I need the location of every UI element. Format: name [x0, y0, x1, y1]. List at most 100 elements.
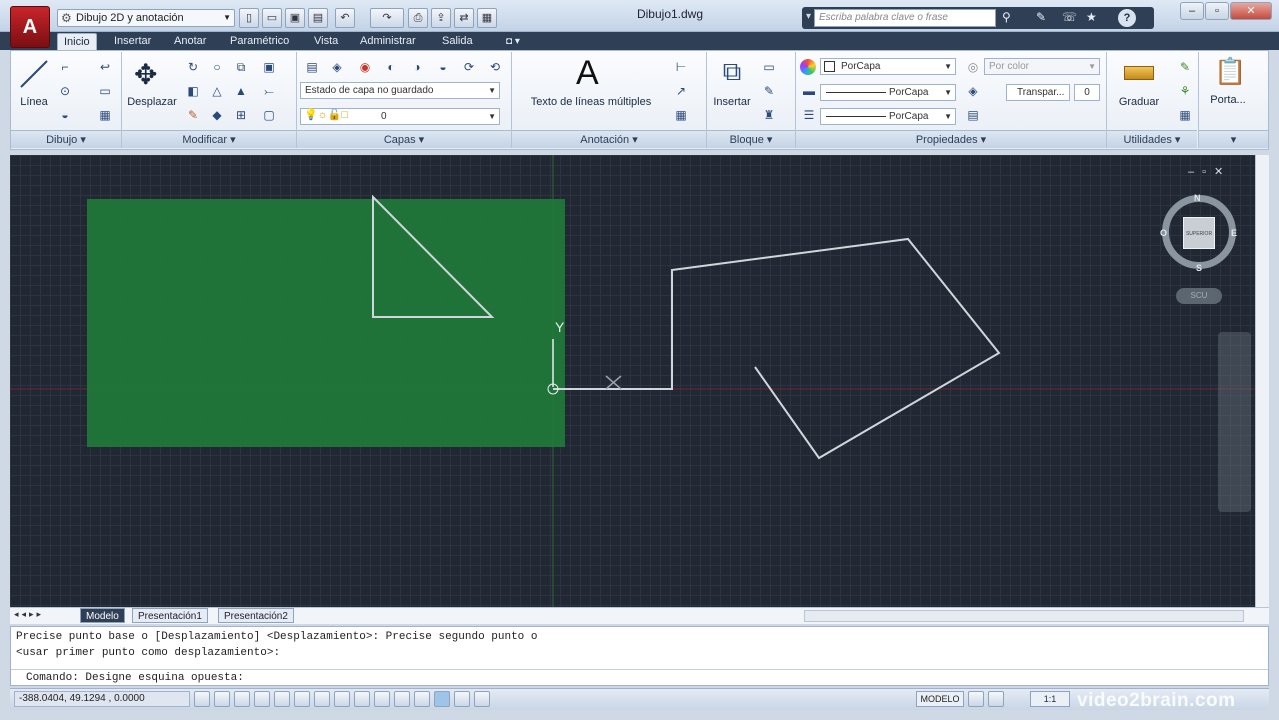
region-icon[interactable]: ▦ [96, 106, 114, 124]
lineweight-toggle-icon[interactable] [394, 691, 410, 707]
rotate-icon[interactable]: ↻ [184, 58, 202, 76]
match-properties-icon[interactable]: ◈ [964, 82, 982, 100]
hatch-icon[interactable]: ▭ [96, 82, 114, 100]
arc-icon[interactable]: ◒ [56, 106, 74, 124]
array-icon[interactable]: ⊞ [232, 106, 250, 124]
vertical-scrollbar[interactable] [1255, 155, 1269, 607]
erase-icon[interactable]: ✎ [184, 106, 202, 124]
layer-isolate-icon[interactable]: ◐ [382, 58, 400, 76]
grid-display-icon[interactable] [234, 691, 250, 707]
leader-icon[interactable]: ↗ [672, 82, 690, 100]
color-wheel-icon[interactable] [800, 59, 816, 75]
panel-capas-title[interactable]: Capas ▾ [297, 130, 511, 148]
wcs-menu[interactable]: SCU [1176, 288, 1222, 304]
dynamic-ucs-icon[interactable] [354, 691, 370, 707]
search-icon[interactable]: ⚲ [1002, 10, 1011, 24]
undo-icon[interactable]: ↶ [335, 8, 355, 28]
polyline-icon[interactable]: ⌐ [56, 58, 74, 76]
calculator-icon[interactable]: ▦ [1176, 106, 1194, 124]
horizontal-scrollbar[interactable] [804, 610, 1244, 622]
rectangle-icon[interactable]: ↩ [96, 58, 114, 76]
polyline-shape[interactable] [553, 237, 1001, 460]
tab-presentacion2[interactable]: Presentación2 [218, 608, 294, 623]
attribute-icon[interactable]: ♜ [760, 106, 778, 124]
save-as-icon[interactable]: ▤ [308, 8, 328, 28]
infer-constraints-icon[interactable] [194, 691, 210, 707]
tab-anotar[interactable]: Anotar [168, 33, 212, 50]
explode-icon[interactable]: ▣ [260, 58, 278, 76]
insert-button-label[interactable]: Insertar [708, 96, 756, 108]
measure-button-label[interactable]: Graduar [1112, 96, 1166, 108]
circle-icon[interactable]: ⊙ [56, 82, 74, 100]
command-prompt[interactable]: Comando: Designe esquina opuesta: [26, 672, 244, 684]
quick-select-icon[interactable]: ✎ [1176, 58, 1194, 76]
tab-administrar[interactable]: Administrar [354, 33, 422, 50]
transparency-value[interactable]: 0 [1074, 84, 1100, 101]
help-icon[interactable]: ? [1118, 9, 1136, 27]
selection-cycling-icon[interactable] [454, 691, 470, 707]
navigation-bar[interactable] [1218, 332, 1251, 512]
publish-icon[interactable]: ⇪ [431, 8, 451, 28]
fillet-icon[interactable]: △ [208, 82, 226, 100]
panel-portapapeles-title[interactable]: ▾ [1199, 130, 1268, 148]
layer-off-icon[interactable]: ◉ [356, 58, 374, 76]
move-icon[interactable]: ✥ [134, 58, 157, 91]
redo-icon[interactable]: ↷ [370, 8, 404, 28]
snap-mode-icon[interactable] [214, 691, 230, 707]
tab-parametrico[interactable]: Paramétrico [224, 33, 295, 50]
select-all-icon[interactable]: ⚘ [1176, 82, 1194, 100]
table-icon[interactable]: ▦ [672, 106, 690, 124]
tab-salida[interactable]: Salida [436, 33, 479, 50]
annotation-monitor-icon[interactable] [474, 691, 490, 707]
plot-icon[interactable]: ⎙ [408, 8, 428, 28]
tab-insertar[interactable]: Insertar [108, 33, 157, 50]
layer-lock-icon[interactable]: ◒ [434, 58, 452, 76]
move-button-label[interactable]: Desplazar [124, 96, 180, 108]
mtext-icon[interactable]: A [576, 54, 599, 93]
polar-tracking-icon[interactable] [274, 691, 290, 707]
tab-nav-arrows[interactable]: ◂◂▸▸ [14, 609, 44, 620]
mirror-icon[interactable]: ◧ [184, 82, 202, 100]
tab-vista[interactable]: Vista [308, 33, 344, 50]
quick-properties-icon[interactable] [434, 691, 450, 707]
tab-modelo[interactable]: Modelo [80, 608, 125, 623]
wrench-icon[interactable]: ✎ [1036, 10, 1046, 24]
communication-icon[interactable]: ☏ [1062, 10, 1077, 24]
object-snap-icon[interactable] [294, 691, 310, 707]
line-icon[interactable] [18, 58, 50, 90]
scale-icon[interactable]: ◆ [208, 106, 226, 124]
trim-icon[interactable]: ○ [208, 58, 226, 76]
coordinates-display[interactable]: -388.0404, 49.1294 , 0.0000 [14, 691, 190, 707]
panel-modificar-title[interactable]: Modificar ▾ [122, 130, 296, 148]
ribbon-options-icon[interactable]: ◘ ▾ [500, 33, 526, 50]
workspace-select[interactable]: ⚙ Dibujo 2D y anotación ▼ [57, 9, 235, 27]
stretch-icon[interactable]: ▲ [232, 82, 250, 100]
minimize-button[interactable]: – [1180, 2, 1204, 20]
tab-inicio[interactable]: Inicio [57, 33, 97, 50]
open-file-icon[interactable]: ▭ [262, 8, 282, 28]
layer-match-icon[interactable]: ⟳ [460, 58, 478, 76]
transparency-label[interactable]: Transpar... [1006, 84, 1070, 101]
new-file-icon[interactable]: ▯ [239, 8, 259, 28]
panel-anotacion-title[interactable]: Anotación ▾ [512, 130, 706, 148]
quick-view-drawings-icon[interactable] [988, 691, 1004, 707]
copy-icon[interactable]: ⧉ [232, 58, 250, 76]
clipboard-icon[interactable]: 📋 [1214, 56, 1246, 88]
3d-osnap-icon[interactable] [314, 691, 330, 707]
panel-dibujo-title[interactable]: Dibujo ▾ [11, 130, 121, 148]
maximize-button[interactable]: ▫ [1205, 2, 1229, 20]
close-button[interactable]: ✕ [1230, 2, 1272, 20]
share-icon[interactable]: ⇄ [454, 8, 474, 28]
lineweight-icon[interactable]: ☰ [800, 106, 818, 124]
layer-freeze-icon[interactable]: ◑ [408, 58, 426, 76]
tab-presentacion1[interactable]: Presentación1 [132, 608, 208, 623]
search-input[interactable]: Escriba palabra clave o frase [814, 9, 996, 27]
dimension-icon[interactable]: ⊢ [672, 58, 690, 76]
panel-propiedades-title[interactable]: Propiedades ▾ [796, 130, 1106, 148]
object-snap-tracking-icon[interactable] [334, 691, 350, 707]
insert-block-icon[interactable]: ⧉ [716, 56, 748, 90]
save-icon[interactable]: ▣ [285, 8, 305, 28]
layer-state-select[interactable]: Estado de capa no guardado ▼ [300, 82, 500, 99]
drawing-canvas[interactable]: Y –▫✕ SUPERIOR N S E O [10, 155, 1255, 607]
mtext-button-label[interactable]: Texto de líneas múltiples [516, 96, 666, 108]
